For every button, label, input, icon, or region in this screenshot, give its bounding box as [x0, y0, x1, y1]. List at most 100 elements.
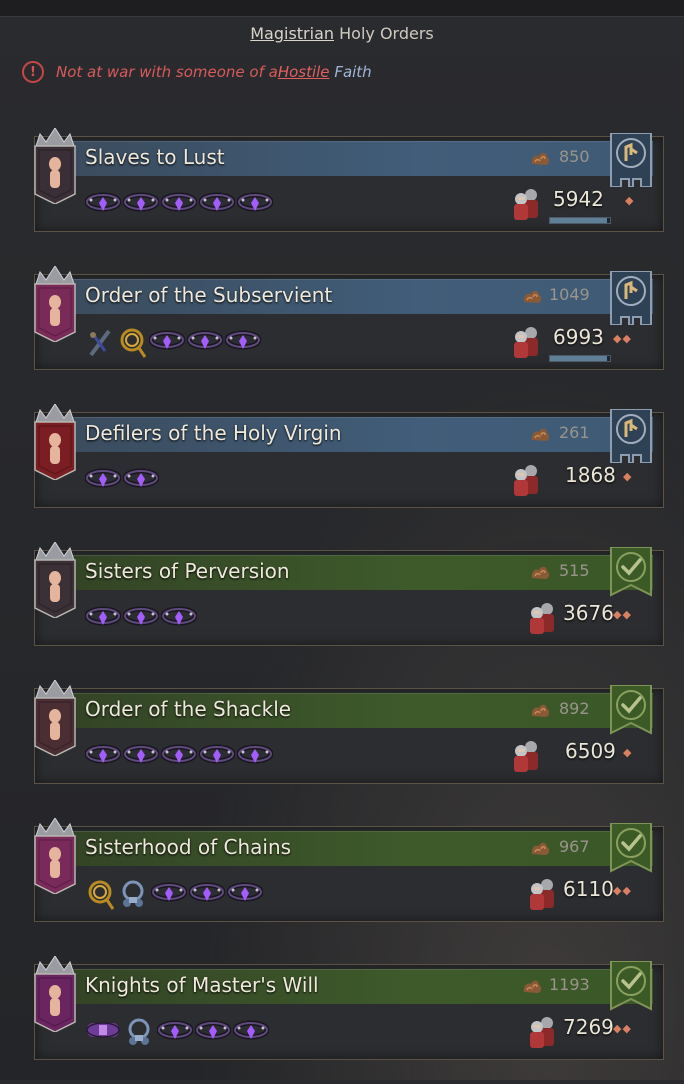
gold-icon [529, 148, 551, 168]
hire-icon[interactable] [609, 270, 653, 326]
collar-icon[interactable] [237, 741, 273, 767]
order-banner-icon[interactable] [30, 817, 80, 895]
order-name[interactable]: Sisterhood of Chains [85, 835, 291, 859]
warning-faith: Faith [334, 63, 372, 81]
quality-pips: ◆◆ [613, 608, 632, 621]
holy-order-card[interactable]: Order of the Subservient 1049 6993 ◆◆ [0, 265, 684, 394]
artifact-list [85, 189, 273, 215]
order-frame: Order of the Subservient 1049 6993 ◆◆ [34, 270, 664, 370]
collar-icon[interactable] [187, 327, 223, 359]
checkmark-icon[interactable] [609, 960, 653, 1011]
troop-count: 6509 [565, 739, 616, 763]
troop-count: 6110 [563, 877, 614, 901]
quality-pips: ◆◆ [613, 884, 632, 897]
hire-icon[interactable] [609, 408, 653, 464]
artifact-list [85, 879, 263, 911]
collar-icon[interactable] [123, 465, 159, 491]
progress-fill [550, 356, 607, 361]
collar-icon[interactable] [149, 327, 185, 359]
order-name[interactable]: Slaves to Lust [85, 145, 225, 169]
hire-cost: 967 [559, 837, 590, 856]
collar-icon[interactable] [157, 1017, 193, 1049]
faith-link[interactable]: Magistrian [250, 24, 334, 43]
troop-count: 5942 [553, 187, 604, 211]
whip-icon[interactable] [117, 327, 147, 359]
order-banner-icon[interactable] [30, 127, 80, 205]
soldiers-icon [509, 323, 543, 359]
soldiers-icon [525, 1013, 559, 1049]
collar-icon[interactable] [123, 741, 159, 767]
checkmark-icon[interactable] [609, 546, 653, 597]
artifact-list [85, 603, 197, 629]
order-frame: Order of the Shackle 892 6509 ◆ [34, 684, 664, 784]
hostile-link[interactable]: Hostile [278, 63, 330, 81]
collar-icon[interactable] [161, 603, 197, 629]
collar-icon[interactable] [199, 189, 235, 215]
checkmark-icon[interactable] [609, 684, 653, 735]
collar-icon[interactable] [85, 741, 121, 767]
order-banner-icon[interactable] [30, 955, 80, 1033]
collar-icon[interactable] [199, 741, 235, 767]
collar-icon[interactable] [151, 879, 187, 911]
order-banner-icon[interactable] [30, 541, 80, 619]
collar-icon[interactable] [85, 603, 121, 629]
collar-icon[interactable] [123, 189, 159, 215]
belt-icon[interactable] [85, 1017, 121, 1049]
shackle-icon[interactable] [123, 1017, 155, 1049]
page-title: Magistrian Holy Orders [0, 24, 684, 43]
order-name[interactable]: Sisters of Perversion [85, 559, 290, 583]
hire-cost: 515 [559, 561, 590, 580]
soldiers-icon [509, 461, 543, 497]
collar-icon[interactable] [85, 189, 121, 215]
order-frame: Sisterhood of Chains 967 6110 ◆◆ [34, 822, 664, 922]
quality-pips: ◆ [623, 470, 633, 483]
soldiers-icon [525, 875, 559, 911]
order-name[interactable]: Knights of Master's Will [85, 973, 319, 997]
collar-icon[interactable] [85, 465, 121, 491]
order-banner-icon[interactable] [30, 265, 80, 343]
order-name[interactable]: Defilers of the Holy Virgin [85, 421, 342, 445]
checkmark-icon[interactable] [609, 822, 653, 873]
holy-order-card[interactable]: Knights of Master's Will 1193 7269 ◆◆ [0, 955, 684, 1084]
hire-cost: 1193 [549, 975, 590, 994]
hire-cost: 1049 [549, 285, 590, 304]
holy-order-card[interactable]: Order of the Shackle 892 6509 ◆ [0, 679, 684, 808]
order-name[interactable]: Order of the Shackle [85, 697, 291, 721]
shackle-icon[interactable] [117, 879, 149, 911]
collar-icon[interactable] [189, 879, 225, 911]
gold-icon [529, 562, 551, 582]
collar-icon[interactable] [237, 189, 273, 215]
collar-icon[interactable] [225, 327, 261, 359]
hire-icon[interactable] [609, 132, 653, 188]
order-frame: Slaves to Lust 850 5942 ◆ [34, 132, 664, 232]
collar-icon[interactable] [195, 1017, 231, 1049]
order-frame: Defilers of the Holy Virgin 261 1868 ◆ [34, 408, 664, 508]
collar-icon[interactable] [161, 189, 197, 215]
collar-icon[interactable] [233, 1017, 269, 1049]
order-name[interactable]: Order of the Subservient [85, 283, 332, 307]
replenish-progress [549, 355, 611, 362]
quality-pips: ◆ [623, 746, 633, 759]
soldiers-icon [525, 599, 559, 635]
soldiers-icon [509, 737, 543, 773]
troop-count: 3676 [563, 601, 614, 625]
order-banner-icon[interactable] [30, 403, 80, 481]
flail-icon[interactable] [85, 327, 115, 359]
collar-icon[interactable] [123, 603, 159, 629]
hire-cost: 892 [559, 699, 590, 718]
gold-icon [521, 286, 543, 306]
artifact-list [85, 465, 159, 491]
holy-order-card[interactable]: Sisters of Perversion 515 3676 ◆◆ [0, 541, 684, 670]
holy-order-card[interactable]: Defilers of the Holy Virgin 261 1868 ◆ [0, 403, 684, 532]
collar-icon[interactable] [161, 741, 197, 767]
whip-icon[interactable] [85, 879, 115, 911]
order-banner-icon[interactable] [30, 679, 80, 757]
warning-prefix: Not at war with someone of a [56, 63, 278, 81]
troop-count: 7269 [563, 1015, 614, 1039]
hire-cost: 261 [559, 423, 590, 442]
artifact-list [85, 1017, 269, 1049]
holy-order-card[interactable]: Sisterhood of Chains 967 6110 ◆◆ [0, 817, 684, 946]
holy-order-card[interactable]: Slaves to Lust 850 5942 ◆ [0, 127, 684, 256]
collar-icon[interactable] [227, 879, 263, 911]
artifact-list [85, 327, 261, 359]
